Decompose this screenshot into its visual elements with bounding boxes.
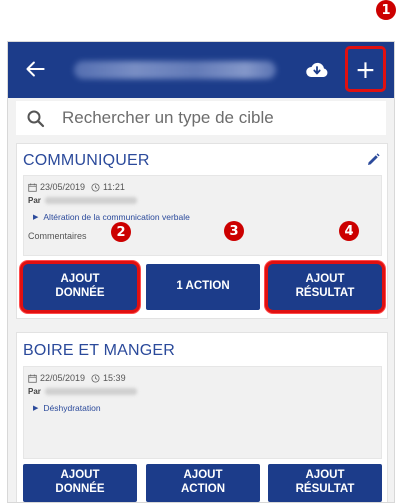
top-app-bar: + <box>8 42 394 98</box>
button-line: ACTION <box>180 483 226 495</box>
button-line: DONNÉE <box>55 287 105 299</box>
entry-time: 11:21 <box>103 182 125 192</box>
diagnostic-entry[interactable]: 23/05/2019 11:21 Par ▶ Altération de la … <box>23 175 382 256</box>
caret-right-icon: ▶ <box>33 214 39 221</box>
author-name-redacted <box>44 197 137 204</box>
arrow-left-icon[interactable] <box>22 56 48 82</box>
button-line: AJOUT <box>305 469 345 482</box>
annotation-badge-3: 3 <box>224 221 244 241</box>
add-result-button[interactable]: AJOUT RÉSULTAT <box>268 464 382 502</box>
caret-right-icon: ▶ <box>33 405 39 412</box>
diagnostic-link[interactable]: ▶ Altération de la communication verbale <box>33 212 190 222</box>
button-line: RÉSULTAT <box>295 483 355 495</box>
button-line: RÉSULTAT <box>295 287 355 299</box>
button-line: AJOUT <box>305 273 345 286</box>
search-input[interactable] <box>62 108 362 128</box>
diagnostic-label: Altération de la communication verbale <box>43 212 190 222</box>
annotation-badge-4: 4 <box>339 221 359 241</box>
button-line: DONNÉE <box>55 483 105 495</box>
button-line: 1 ACTION <box>176 280 230 293</box>
target-card-communiquer: COMMUNIQUER 23/05/2019 11:21 Par ▶ Altér… <box>16 143 388 319</box>
clock-icon <box>91 373 100 383</box>
par-label: Par <box>28 387 41 396</box>
add-result-button[interactable]: AJOUT RÉSULTAT <box>268 264 382 310</box>
entry-date: 23/05/2019 <box>40 182 86 192</box>
entry-author: Par <box>28 387 137 396</box>
entry-date: 22/05/2019 <box>40 373 86 383</box>
button-line: AJOUT <box>60 469 100 482</box>
author-name-redacted <box>44 388 137 395</box>
entry-datetime: 22/05/2019 15:39 <box>28 373 126 383</box>
diagnostic-link[interactable]: ▶ Déshydratation <box>33 403 101 413</box>
add-data-button[interactable]: AJOUT DONNÉE <box>23 464 137 502</box>
card-title: COMMUNIQUER <box>23 152 150 169</box>
par-label: Par <box>28 196 41 205</box>
diagnostic-entry[interactable]: 22/05/2019 15:39 Par ▶ Déshydratation <box>23 366 382 459</box>
button-line: AJOUT <box>183 469 223 482</box>
cloud-download-icon[interactable] <box>305 59 329 81</box>
add-action-button[interactable]: AJOUT ACTION <box>146 464 260 502</box>
calendar-icon <box>28 182 37 192</box>
comment-label: Commentaires <box>28 231 87 241</box>
clock-icon <box>91 182 100 192</box>
app-window: + COMMUNIQUER 23/05/2019 <box>7 41 395 503</box>
card-title: BOIRE ET MANGER <box>23 342 176 359</box>
calendar-icon <box>28 373 37 383</box>
entry-datetime: 23/05/2019 11:21 <box>28 182 125 192</box>
button-line: AJOUT <box>60 273 100 286</box>
pencil-edit-icon[interactable] <box>365 152 381 168</box>
action-button[interactable]: 1 ACTION <box>146 264 260 310</box>
add-data-button[interactable]: AJOUT DONNÉE <box>23 264 137 310</box>
annotation-badge-1: 1 <box>376 0 396 20</box>
search-bar[interactable] <box>16 101 386 135</box>
diagnostic-label: Déshydratation <box>43 403 101 413</box>
patient-name-title-redacted <box>74 61 276 79</box>
entry-author: Par <box>28 196 137 205</box>
annotation-badge-2: 2 <box>111 222 131 242</box>
add-button[interactable]: + <box>345 46 386 92</box>
search-icon <box>27 110 45 128</box>
target-card-boire-et-manger: BOIRE ET MANGER 22/05/2019 15:39 Par ▶ D… <box>16 332 388 502</box>
entry-time: 15:39 <box>103 373 126 383</box>
